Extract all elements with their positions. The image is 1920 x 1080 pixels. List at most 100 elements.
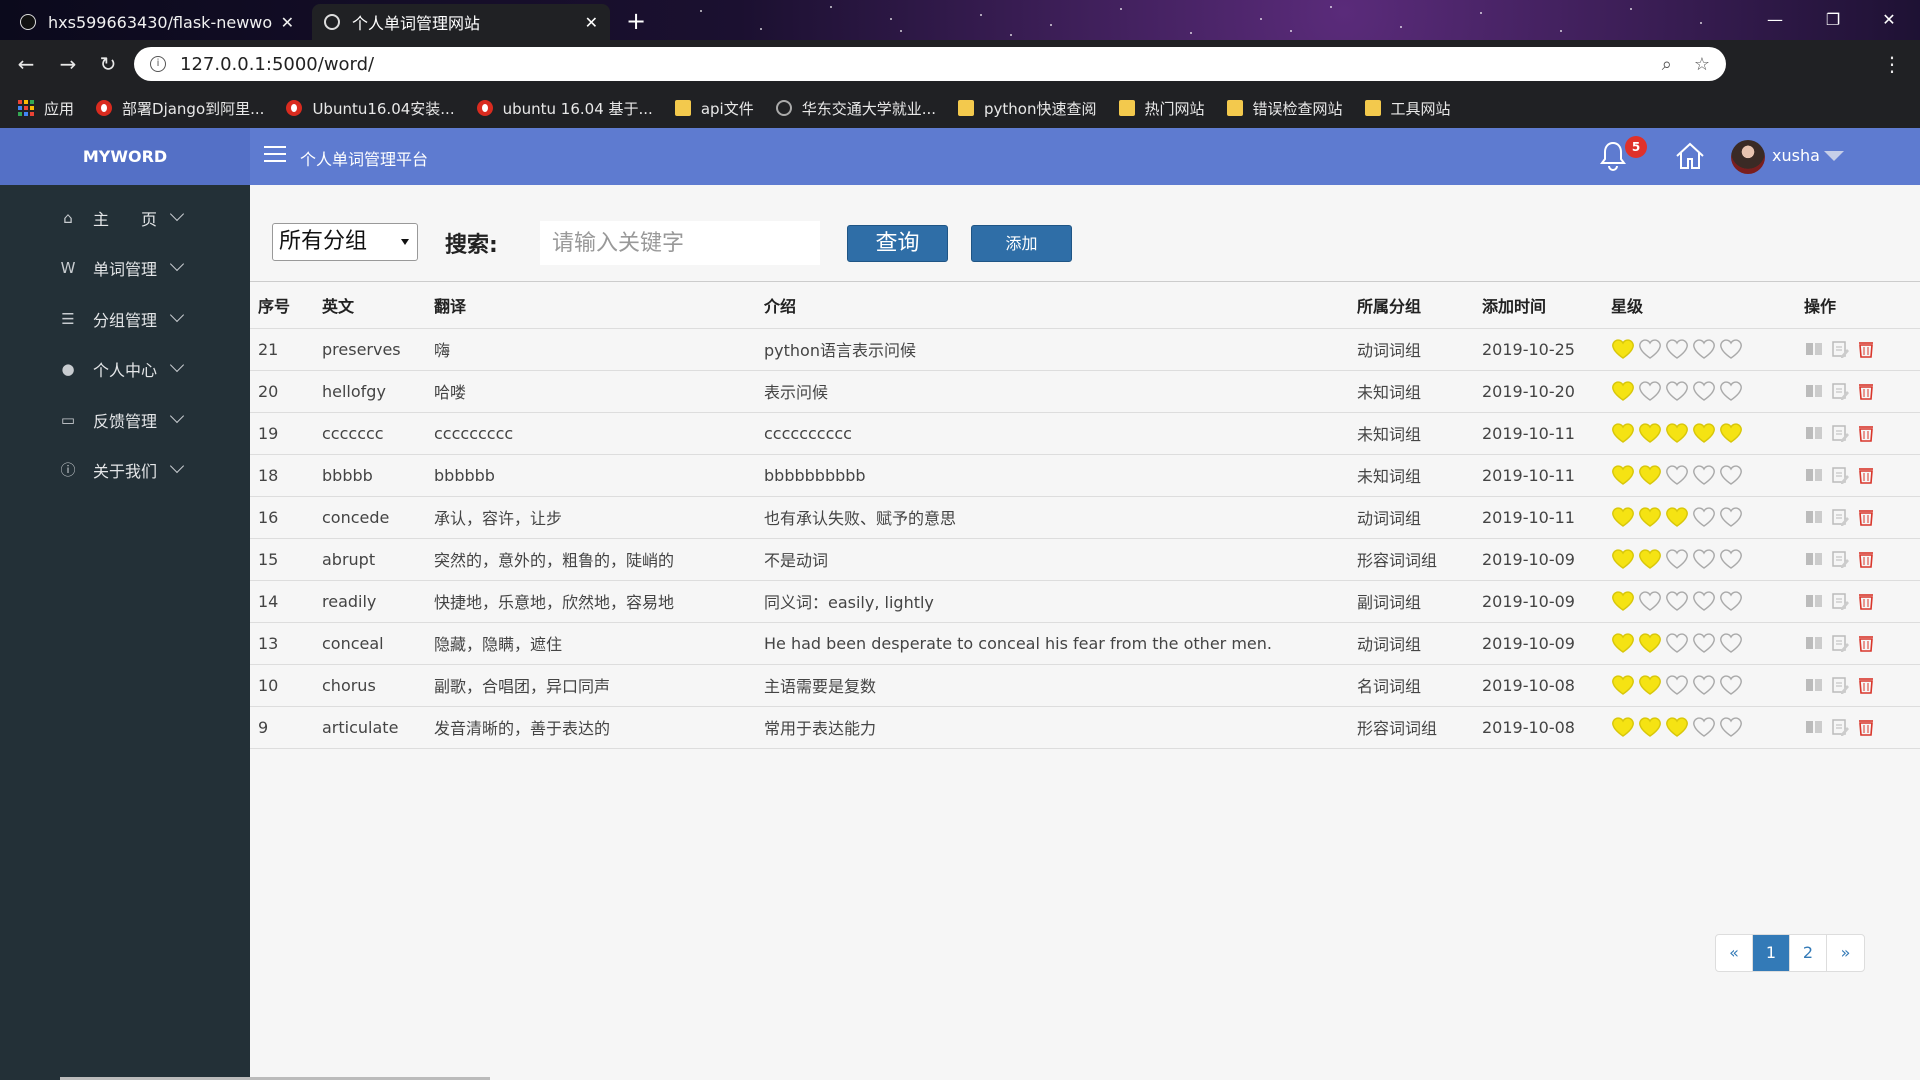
heart-filled-icon[interactable] — [1665, 505, 1689, 529]
star-rating[interactable] — [1611, 673, 1796, 697]
heart-empty-icon[interactable] — [1638, 337, 1662, 361]
heart-filled-icon[interactable] — [1692, 421, 1716, 445]
heart-filled-icon[interactable] — [1611, 631, 1635, 655]
add-button[interactable]: 添加 — [971, 225, 1072, 262]
trash-icon[interactable] — [1856, 549, 1876, 569]
bookmark-apps[interactable]: 应用 — [18, 98, 74, 119]
book-icon[interactable] — [1804, 381, 1824, 401]
heart-filled-icon[interactable] — [1611, 715, 1635, 739]
window-close-icon[interactable]: ✕ — [1866, 6, 1912, 34]
heart-empty-icon[interactable] — [1665, 589, 1689, 613]
forward-icon[interactable]: → — [56, 52, 80, 76]
edit-icon[interactable] — [1830, 381, 1850, 401]
heart-filled-icon[interactable] — [1638, 715, 1662, 739]
avatar[interactable] — [1731, 140, 1765, 174]
browser-tab-current[interactable]: 个人单词管理网站 ✕ — [312, 4, 610, 40]
heart-empty-icon[interactable] — [1665, 631, 1689, 655]
heart-empty-icon[interactable] — [1692, 547, 1716, 571]
edit-icon[interactable] — [1830, 591, 1850, 611]
site-info-icon[interactable]: i — [150, 56, 166, 72]
heart-filled-icon[interactable] — [1611, 673, 1635, 697]
bookmark-star-icon[interactable]: ☆ — [1694, 54, 1710, 75]
heart-filled-icon[interactable] — [1611, 421, 1635, 445]
pagination-next[interactable]: » — [1827, 935, 1864, 971]
back-icon[interactable]: ← — [14, 52, 38, 76]
heart-empty-icon[interactable] — [1719, 337, 1743, 361]
reload-icon[interactable]: ↻ — [96, 52, 120, 76]
heart-empty-icon[interactable] — [1719, 589, 1743, 613]
maximize-icon[interactable]: ❐ — [1810, 6, 1856, 34]
book-icon[interactable] — [1804, 423, 1824, 443]
trash-icon[interactable] — [1856, 633, 1876, 653]
edit-icon[interactable] — [1830, 675, 1850, 695]
heart-empty-icon[interactable] — [1719, 547, 1743, 571]
browser-menu-icon[interactable]: ⋮ — [1880, 52, 1904, 76]
minimize-icon[interactable]: — — [1752, 6, 1798, 34]
heart-empty-icon[interactable] — [1665, 337, 1689, 361]
heart-empty-icon[interactable] — [1719, 673, 1743, 697]
heart-filled-icon[interactable] — [1638, 673, 1662, 697]
heart-empty-icon[interactable] — [1692, 589, 1716, 613]
heart-empty-icon[interactable] — [1665, 673, 1689, 697]
sidebar-item-words[interactable]: W 单词管理 — [0, 243, 250, 293]
book-icon[interactable] — [1804, 633, 1824, 653]
heart-empty-icon[interactable] — [1719, 715, 1743, 739]
heart-empty-icon[interactable] — [1692, 673, 1716, 697]
heart-filled-icon[interactable] — [1611, 463, 1635, 487]
bookmark-folder[interactable]: api文件 — [674, 98, 754, 119]
book-icon[interactable] — [1804, 717, 1824, 737]
edit-icon[interactable] — [1830, 339, 1850, 359]
book-icon[interactable] — [1804, 675, 1824, 695]
heart-filled-icon[interactable] — [1638, 421, 1662, 445]
trash-icon[interactable] — [1856, 717, 1876, 737]
bell-icon[interactable] — [1598, 140, 1628, 172]
heart-empty-icon[interactable] — [1692, 631, 1716, 655]
new-tab-button[interactable]: + — [622, 8, 650, 36]
heart-empty-icon[interactable] — [1665, 379, 1689, 403]
close-icon[interactable]: ✕ — [281, 13, 294, 32]
pagination-prev[interactable]: « — [1716, 935, 1753, 971]
pagination-page-1[interactable]: 1 — [1753, 935, 1790, 971]
sidebar-item-feedback[interactable]: ▭ 反馈管理 — [0, 395, 250, 445]
heart-filled-icon[interactable] — [1638, 463, 1662, 487]
star-rating[interactable] — [1611, 505, 1796, 529]
sidebar-item-groups[interactable]: ☰ 分组管理 — [0, 294, 250, 344]
bookmark-folder[interactable]: 错误检查网站 — [1226, 98, 1343, 119]
heart-filled-icon[interactable] — [1611, 505, 1635, 529]
heart-filled-icon[interactable] — [1611, 379, 1635, 403]
star-rating[interactable] — [1611, 589, 1796, 613]
menu-toggle-icon[interactable] — [264, 146, 286, 164]
edit-icon[interactable] — [1830, 507, 1850, 527]
trash-icon[interactable] — [1856, 507, 1876, 527]
book-icon[interactable] — [1804, 507, 1824, 527]
heart-filled-icon[interactable] — [1611, 547, 1635, 571]
book-icon[interactable] — [1804, 591, 1824, 611]
star-rating[interactable] — [1611, 379, 1796, 403]
bookmark-folder[interactable]: 热门网站 — [1118, 98, 1205, 119]
book-icon[interactable] — [1804, 465, 1824, 485]
chevron-down-icon[interactable] — [1824, 151, 1844, 161]
heart-empty-icon[interactable] — [1692, 463, 1716, 487]
star-rating[interactable] — [1611, 337, 1796, 361]
query-button[interactable]: 查询 — [847, 225, 948, 262]
trash-icon[interactable] — [1856, 381, 1876, 401]
search-input[interactable] — [540, 221, 820, 265]
heart-empty-icon[interactable] — [1665, 463, 1689, 487]
star-rating[interactable] — [1611, 631, 1796, 655]
browser-tab-github[interactable]: hxs599663430/flask-newword ✕ — [8, 4, 306, 40]
home-icon[interactable] — [1674, 140, 1706, 172]
heart-filled-icon[interactable] — [1638, 505, 1662, 529]
bookmark-item[interactable]: 华东交通大学就业... — [775, 98, 936, 119]
book-icon[interactable] — [1804, 339, 1824, 359]
brand-logo[interactable]: MYWORD — [0, 128, 250, 185]
heart-empty-icon[interactable] — [1638, 589, 1662, 613]
edit-icon[interactable] — [1830, 633, 1850, 653]
star-rating[interactable] — [1611, 421, 1796, 445]
heart-filled-icon[interactable] — [1611, 337, 1635, 361]
zoom-icon[interactable]: ⌕ — [1662, 54, 1672, 75]
address-bar[interactable]: i 127.0.0.1:5000/word/ ⌕ ☆ — [134, 47, 1726, 81]
heart-empty-icon[interactable] — [1638, 379, 1662, 403]
trash-icon[interactable] — [1856, 339, 1876, 359]
username[interactable]: xusha — [1772, 146, 1820, 165]
url-text[interactable]: 127.0.0.1:5000/word/ — [180, 54, 1640, 75]
